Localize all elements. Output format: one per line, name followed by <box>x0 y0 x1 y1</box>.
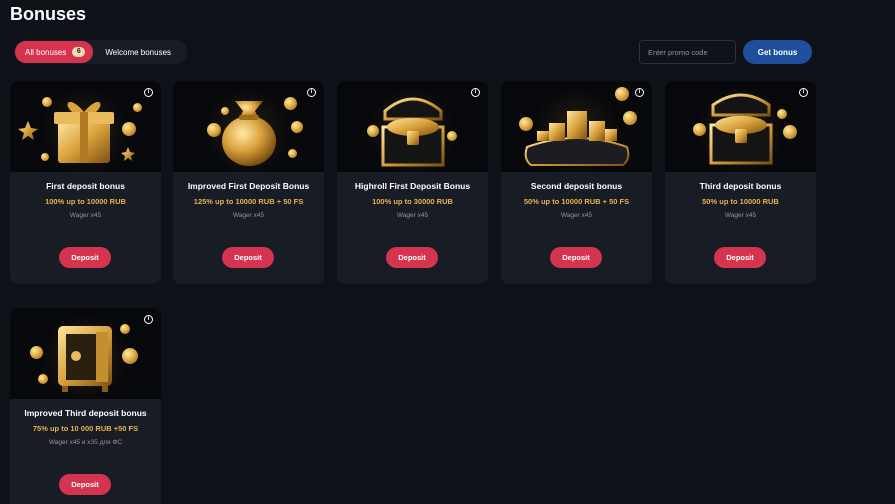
all-bonuses-count-badge: 6 <box>72 47 86 57</box>
tab-welcome-bonuses[interactable]: Welcome bonuses <box>93 41 179 63</box>
bonus-wager: Wager x45 <box>724 212 757 219</box>
deposit-button[interactable]: Deposit <box>714 247 766 268</box>
get-bonus-button[interactable]: Get bonus <box>743 40 812 64</box>
bonus-card: i Highroll First Deposit Bonus 100% up t… <box>337 81 488 284</box>
bonus-card: i Second deposit bonus 50% up to 10000 R… <box>501 81 652 284</box>
deposit-button[interactable]: Deposit <box>59 474 111 495</box>
bonus-card-image: i <box>10 81 161 172</box>
bonus-card-image: i <box>10 308 161 399</box>
bonus-card-image: i <box>173 81 324 172</box>
tab-all-bonuses[interactable]: All bonuses 6 <box>15 41 94 63</box>
bonus-amount: 100% up to 30000 RUB <box>372 197 453 206</box>
bonus-wager: Wager x45 <box>396 212 429 219</box>
bonus-title: Improved Third deposit bonus <box>24 408 147 418</box>
bonus-amount: 50% up to 10000 RUB <box>702 197 779 206</box>
bonus-amount: 75% up to 10 000 RUB +50 FS <box>32 424 139 433</box>
bonus-card: i Improved First Deposit Bonus 125% up t… <box>173 81 324 284</box>
bonus-card: i Improved Third deposit bonus 75% up to… <box>10 308 161 504</box>
bonus-wager: Wager x45 и x35 для ФС <box>48 439 123 446</box>
deposit-button[interactable]: Deposit <box>222 247 274 268</box>
deposit-button[interactable]: Deposit <box>386 247 438 268</box>
tab-all-bonuses-label: All bonuses <box>25 47 67 57</box>
promo-code-input[interactable] <box>639 40 736 64</box>
bonus-amount: 125% up to 10000 RUB + 50 FS <box>193 197 304 206</box>
info-icon[interactable]: i <box>307 88 316 97</box>
treasure-chest-icon <box>381 97 445 167</box>
bonus-title: First deposit bonus <box>46 181 125 191</box>
deposit-button[interactable]: Deposit <box>59 247 111 268</box>
info-icon[interactable]: i <box>144 88 153 97</box>
info-icon[interactable]: i <box>635 88 644 97</box>
bonus-wager: Wager x45 <box>232 212 265 219</box>
bonus-title: Highroll First Deposit Bonus <box>354 181 471 191</box>
info-icon[interactable]: i <box>144 315 153 324</box>
bonus-card-image: i <box>337 81 488 172</box>
page-title: Bonuses <box>10 4 87 24</box>
bonus-card-image: i <box>501 81 652 172</box>
deposit-button[interactable]: Deposit <box>550 247 602 268</box>
bonus-wager: Wager x45 <box>560 212 593 219</box>
bonus-amount: 50% up to 10000 RUB + 50 FS <box>523 197 630 206</box>
bonus-card-image: i <box>665 81 816 172</box>
gift-box-icon <box>18 102 135 163</box>
bonus-card: i Third deposit bonus 50% up to 10000 RU… <box>665 81 816 284</box>
bonus-amount: 100% up to 10000 RUB <box>45 197 126 206</box>
bonus-wager: Wager x45 <box>69 212 102 219</box>
info-icon[interactable]: i <box>799 88 808 97</box>
bonus-title: Third deposit bonus <box>699 181 782 191</box>
bonus-tabs: All bonuses 6 Welcome bonuses <box>14 40 188 64</box>
bonus-card: i First deposit bonus 100% up to 10000 R… <box>10 81 161 284</box>
bonus-title: Improved First Deposit Bonus <box>187 181 310 191</box>
tab-welcome-bonuses-label: Welcome bonuses <box>105 47 172 57</box>
info-icon[interactable]: i <box>471 88 480 97</box>
bonus-title: Second deposit bonus <box>530 181 623 191</box>
